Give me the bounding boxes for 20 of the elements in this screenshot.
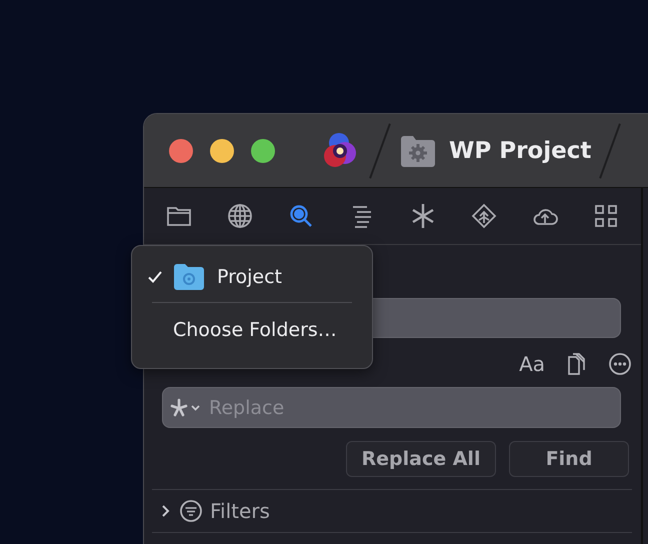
chevron-icon[interactable] [160, 503, 172, 519]
search-icon[interactable] [288, 203, 314, 229]
grid-icon[interactable] [593, 203, 619, 229]
replace-all-button[interactable]: Replace All [346, 441, 496, 477]
folder-icon [173, 263, 205, 291]
globe-icon[interactable] [227, 203, 253, 229]
more-icon[interactable] [607, 351, 633, 377]
minimize-button[interactable] [210, 138, 234, 162]
asterisk-icon[interactable] [410, 203, 436, 229]
menu-item[interactable]: Choose Folders… [132, 311, 372, 349]
zoom-button[interactable] [251, 138, 275, 162]
close-button[interactable] [169, 138, 193, 162]
find-button[interactable]: Find [509, 441, 629, 477]
match-case-button[interactable]: Aa [519, 352, 545, 376]
window-title: WP Project [449, 138, 592, 164]
replace-field[interactable]: Replace [162, 387, 621, 428]
menu-item[interactable]: Project [132, 258, 372, 296]
diamond-arrow-icon[interactable] [471, 203, 497, 229]
filter-icon [179, 499, 203, 523]
filters-label: Filters [210, 499, 270, 523]
